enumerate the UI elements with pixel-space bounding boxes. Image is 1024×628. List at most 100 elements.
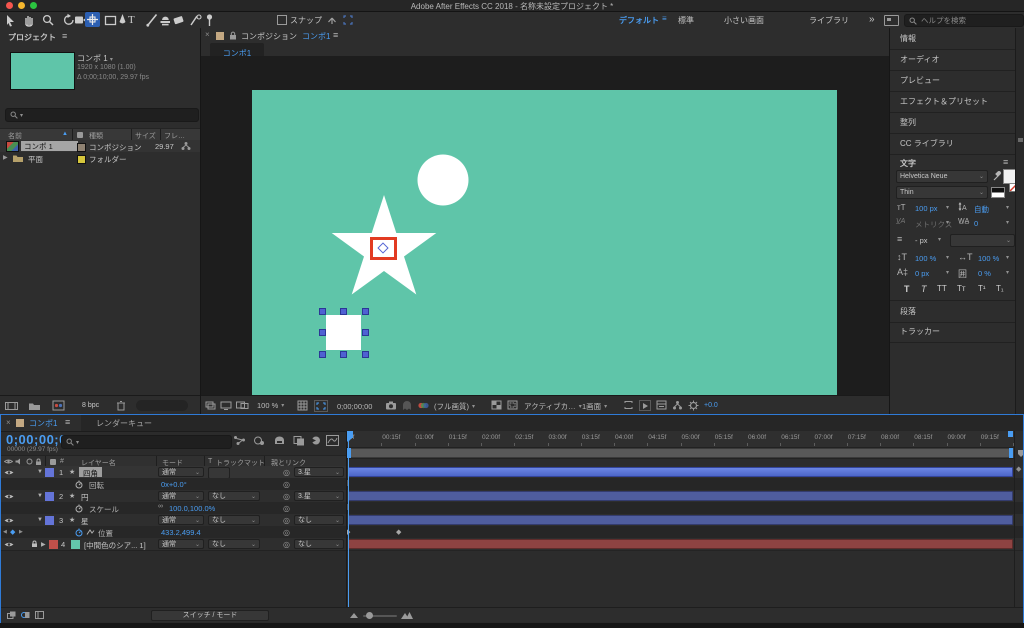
selection-tool-button[interactable]	[3, 13, 17, 27]
layer-row-4[interactable]: ▶ 4 [中間色のシア... 1] 通常 ⌄ なし ⌄ ◎ なし ⌄	[1, 538, 346, 551]
subscript-button[interactable]: T₁	[996, 284, 1004, 293]
pixel-aspect-correction-icon[interactable]	[623, 400, 634, 410]
selection-handle[interactable]	[361, 307, 369, 315]
workspace-tab-library[interactable]: ライブラリ	[809, 15, 849, 26]
section-info[interactable]: 情報	[890, 28, 1024, 50]
zoom-tool-button[interactable]	[41, 13, 55, 27]
parent-pickwhip-icon[interactable]: ◎	[283, 468, 290, 477]
timeline-zoom-slider[interactable]	[363, 611, 397, 619]
main-viewer-icon[interactable]	[220, 401, 232, 410]
composition-panel-title[interactable]: コンポジション	[241, 31, 297, 42]
comp-button-icon[interactable]: ◆	[1016, 465, 1021, 473]
help-search-field[interactable]: ヘルプを検索	[904, 14, 1024, 27]
stopwatch-icon[interactable]	[75, 504, 83, 513]
exposure-gear-icon[interactable]	[688, 400, 699, 411]
faux-italic-button[interactable]: T	[921, 284, 927, 294]
layer2-duration-bar[interactable]	[348, 491, 1013, 501]
track-matte-dropdown[interactable]: なし ⌄	[208, 515, 260, 525]
stroke-width-caret[interactable]: ▾	[938, 236, 941, 243]
lock-icon[interactable]	[229, 31, 237, 40]
parent-dropdown[interactable]: なし ⌄	[294, 515, 344, 525]
graph-editor-icon[interactable]	[326, 435, 339, 446]
workspace-tab-small-screen[interactable]: 小さい画面	[724, 15, 764, 26]
keyframe-prev-icon[interactable]: ◀	[3, 529, 7, 535]
expand-triangle-icon[interactable]: ▼	[37, 469, 43, 475]
project-item-name[interactable]: コンポ 1 ▾	[77, 53, 113, 64]
horizontal-scale-caret[interactable]: ▾	[1006, 254, 1009, 261]
region-of-interest-icon[interactable]	[314, 400, 328, 412]
font-size-value[interactable]: 100 px	[915, 204, 938, 213]
default-fill-stroke-swatches[interactable]	[991, 187, 1005, 198]
keyframe-toggle-icon[interactable]: ◆	[10, 528, 15, 536]
workspace-menu-icon[interactable]: ≡	[662, 14, 667, 23]
render-queue-tab[interactable]: レンダーキュー	[96, 418, 152, 429]
all-caps-button[interactable]: TT	[937, 284, 947, 293]
parent-dropdown[interactable]: 3.星 ⌄	[294, 467, 344, 477]
align-guides-icon[interactable]	[326, 14, 338, 26]
project-row-folder[interactable]: ▶ 平面 フォルダー	[0, 152, 200, 164]
faux-bold-button[interactable]: T	[904, 284, 910, 294]
layer1-duration-bar[interactable]	[348, 467, 1013, 477]
interpret-footage-icon[interactable]	[5, 401, 18, 411]
workspace-bar-icon[interactable]	[884, 15, 899, 26]
layer-name[interactable]: 四角	[79, 467, 102, 478]
comp-flowchart-icon[interactable]	[672, 400, 683, 410]
choose-grid-icon[interactable]	[297, 400, 308, 411]
selection-handle[interactable]	[318, 350, 326, 358]
timeline-tab-comp1[interactable]: × コンポ1 ≡	[1, 415, 81, 431]
project-search-field[interactable]: ▾	[5, 108, 199, 122]
playhead-marker[interactable]	[347, 431, 353, 438]
property-value[interactable]: 0x+0.0°	[161, 480, 187, 489]
magnification-dropdown[interactable]: 100 % ▾	[257, 401, 284, 410]
layer-label-chip[interactable]	[49, 539, 58, 549]
trash-icon[interactable]	[116, 400, 126, 411]
eye-icon[interactable]	[4, 493, 14, 500]
eye-icon[interactable]	[4, 517, 14, 524]
section-effects-presets[interactable]: エフェクト＆プリセット	[890, 91, 1024, 113]
tsume-value[interactable]: 0 %	[978, 269, 991, 278]
tracking-value[interactable]: 0	[974, 219, 978, 228]
vertical-scale-value[interactable]: 100 %	[915, 254, 936, 263]
composition-panel-menu-icon[interactable]: ≡	[333, 30, 338, 40]
selection-handle[interactable]	[361, 350, 369, 358]
selection-handle[interactable]	[340, 350, 347, 358]
leading-caret[interactable]: ▾	[1006, 204, 1009, 211]
pan-behind-tool-button[interactable]	[85, 12, 100, 27]
expand-triangle-icon[interactable]: ▶	[3, 154, 8, 161]
parent-dropdown[interactable]: 3.星 ⌄	[294, 491, 344, 501]
eyedropper-icon[interactable]	[992, 170, 1002, 182]
parent-dropdown[interactable]: なし ⌄	[294, 539, 344, 549]
transparency-grid-icon[interactable]	[491, 400, 502, 410]
project-bit-depth[interactable]: 8 bpc	[82, 402, 99, 409]
character-panel-menu-icon[interactable]: ≡	[1003, 157, 1008, 167]
section-paragraph[interactable]: 段落	[890, 300, 1024, 323]
comp-marker-bin-icon[interactable]	[1017, 449, 1023, 458]
square-shape[interactable]	[326, 315, 361, 350]
property-value[interactable]: 433.2,499.4	[161, 528, 201, 537]
keyframe-next-icon[interactable]: ▶	[19, 529, 23, 535]
clone-stamp-tool-button[interactable]	[158, 13, 172, 27]
viewer-timecode[interactable]: 0;00;00;00	[337, 402, 372, 411]
vertical-scale-caret[interactable]: ▾	[946, 254, 949, 261]
eraser-tool-button[interactable]	[172, 14, 186, 26]
font-size-caret[interactable]: ▾	[946, 204, 949, 211]
stroke-style-dropdown[interactable]: ⌄	[950, 234, 1015, 247]
expand-transfer-controls-icon[interactable]	[21, 611, 30, 619]
project-row-comp[interactable]: コンポ 1 コンポジション 29.97	[0, 140, 200, 152]
view-layout-dropdown[interactable]: 1画面 ▾	[582, 401, 607, 412]
layer-label-chip[interactable]	[45, 467, 54, 477]
keyframe-diamond[interactable]: ◆	[396, 528, 401, 536]
layer-name[interactable]: [中間色のシア... 1]	[84, 540, 146, 551]
layer-label-chip[interactable]	[45, 515, 54, 525]
frame-blending-icon[interactable]	[293, 435, 305, 446]
motion-blur-icon[interactable]	[310, 435, 322, 446]
blend-mode-dropdown[interactable]: 通常 ⌄	[158, 515, 204, 525]
roto-brush-tool-button[interactable]	[188, 13, 203, 27]
puppet-pin-tool-button[interactable]	[203, 13, 216, 27]
small-caps-button[interactable]: Tᴛ	[957, 284, 966, 293]
label-color-chip[interactable]	[77, 154, 86, 164]
selection-handle[interactable]	[361, 329, 369, 336]
tsume-caret[interactable]: ▾	[1006, 269, 1009, 276]
font-family-dropdown[interactable]: Helvetica Neue ⌄	[896, 170, 988, 183]
layer4-duration-bar[interactable]	[348, 539, 1013, 549]
